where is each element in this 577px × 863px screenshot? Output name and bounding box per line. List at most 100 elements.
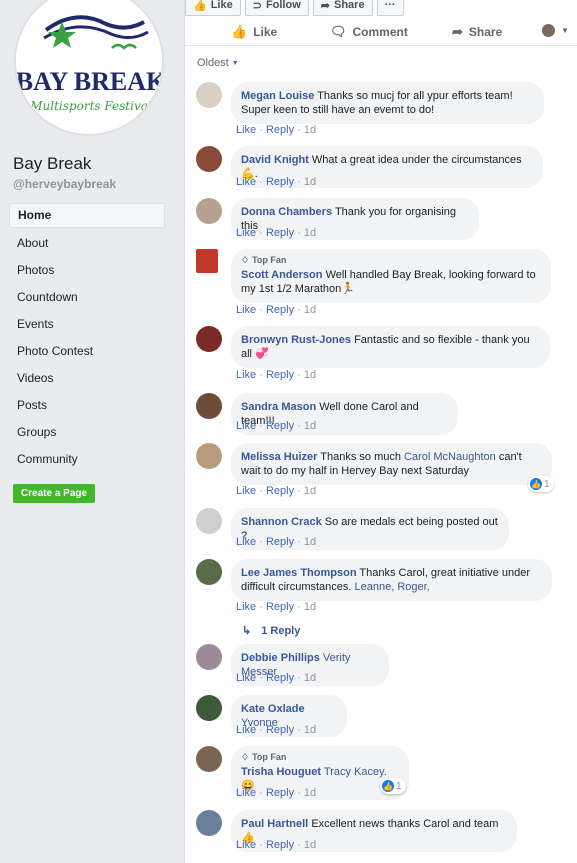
comment-reply-link[interactable]: Reply — [266, 601, 294, 613]
comment-reply-link[interactable]: Reply — [266, 420, 294, 432]
comment-author[interactable]: Debbie Phillips — [241, 652, 320, 664]
rss-icon: ⊃ — [252, 0, 262, 12]
comment-reply-link[interactable]: Reply — [266, 176, 294, 188]
nav-item-videos[interactable]: Videos — [9, 365, 165, 392]
comment-like-link[interactable]: Like — [236, 724, 256, 736]
post-as-selector[interactable]: ▼ — [542, 24, 569, 37]
avatar[interactable] — [196, 326, 222, 352]
separator: · — [297, 304, 301, 316]
comment-like-link[interactable]: Like — [236, 420, 256, 432]
avatar[interactable] — [196, 746, 222, 772]
comment-like-link[interactable]: Like — [236, 536, 256, 548]
comment-author[interactable]: Scott Anderson — [241, 269, 323, 281]
comment-like-link[interactable]: Like — [236, 227, 256, 239]
comment-meta: Like · Reply · 1d — [236, 304, 316, 316]
comment-author[interactable]: Donna Chambers — [241, 206, 332, 218]
page-follow-button[interactable]: ⊃ Follow — [244, 0, 309, 16]
nav-item-about[interactable]: About — [9, 230, 165, 257]
reaction-count[interactable]: 👍 1 — [380, 778, 406, 794]
comment-author[interactable]: Trisha Houguet — [241, 766, 321, 778]
comment-time[interactable]: 1d — [304, 176, 316, 188]
create-page-button[interactable]: Create a Page — [13, 484, 95, 503]
comment-reply-link[interactable]: Reply — [266, 369, 294, 381]
comment-time[interactable]: 1d — [304, 485, 316, 497]
comment-like-link[interactable]: Like — [236, 124, 256, 136]
comment-reply-link[interactable]: Reply — [266, 536, 294, 548]
diamond-icon: ♢ — [241, 255, 250, 265]
page-more-button[interactable]: ··· — [376, 0, 404, 16]
comment-like-link[interactable]: Like — [236, 304, 256, 316]
avatar[interactable] — [196, 508, 222, 534]
nav-item-posts[interactable]: Posts — [9, 392, 165, 419]
page-share-button[interactable]: ➦ Share — [312, 0, 373, 16]
mentioned-user[interactable]: Tracy Kacey. — [324, 766, 387, 778]
avatar[interactable] — [196, 644, 222, 670]
nav-item-photos[interactable]: Photos — [9, 257, 165, 284]
avatar[interactable] — [196, 695, 222, 721]
comment-time[interactable]: 1d — [304, 304, 316, 316]
nav-item-groups[interactable]: Groups — [9, 419, 165, 446]
nav-item-home[interactable]: Home — [9, 203, 165, 228]
avatar[interactable] — [196, 810, 222, 836]
comment-time[interactable]: 1d — [304, 839, 316, 851]
comment-author[interactable]: Shannon Crack — [241, 516, 322, 528]
post-like-action[interactable]: 👍 Like — [231, 24, 277, 40]
separator: · — [297, 124, 301, 136]
comment-reply-link[interactable]: Reply — [266, 724, 294, 736]
comment-time[interactable]: 1d — [304, 787, 316, 799]
comment-reply-link[interactable]: Reply — [266, 304, 294, 316]
comment-reply-link[interactable]: Reply — [266, 839, 294, 851]
comment-author[interactable]: Sandra Mason — [241, 401, 316, 413]
avatar[interactable] — [196, 443, 222, 469]
comment-author[interactable]: Melissa Huizer — [241, 451, 317, 463]
page-title[interactable]: Bay Break — [13, 154, 91, 174]
comment-time[interactable]: 1d — [304, 601, 316, 613]
avatar[interactable] — [196, 559, 222, 585]
page-like-button[interactable]: 👍 Like — [185, 0, 241, 16]
comment-like-link[interactable]: Like — [236, 672, 256, 684]
comment-reply-link[interactable]: Reply — [266, 124, 294, 136]
avatar[interactable] — [196, 249, 218, 273]
comment-author[interactable]: Bronwyn Rust-Jones — [241, 334, 351, 346]
comment-like-link[interactable]: Like — [236, 839, 256, 851]
comment-time[interactable]: 1d — [304, 227, 316, 239]
page-logo[interactable]: BAY BREAK Multisports Festival — [14, 0, 164, 136]
avatar[interactable] — [196, 198, 222, 224]
comment-like-link[interactable]: Like — [236, 176, 256, 188]
comment-reply-link[interactable]: Reply — [266, 227, 294, 239]
comment-reply-link[interactable]: Reply — [266, 485, 294, 497]
comment-author[interactable]: Kate Oxlade — [241, 703, 305, 715]
comment-author[interactable]: Paul Hartnell — [241, 818, 308, 830]
comment-author[interactable]: David Knight — [241, 154, 309, 166]
view-replies-link[interactable]: ↳ 1 Reply — [242, 624, 300, 638]
comment-author[interactable]: Megan Louise — [241, 90, 314, 102]
comment-time[interactable]: 1d — [304, 536, 316, 548]
comment-time[interactable]: 1d — [304, 369, 316, 381]
nav-item-events[interactable]: Events — [9, 311, 165, 338]
comment-time[interactable]: 1d — [304, 672, 316, 684]
avatar[interactable] — [196, 393, 222, 419]
post-comment-label: Comment — [352, 25, 408, 39]
comment-sort-dropdown[interactable]: Oldest ▼ — [197, 57, 239, 69]
comment-like-link[interactable]: Like — [236, 485, 256, 497]
avatar[interactable] — [196, 82, 222, 108]
comment-author[interactable]: Lee James Thompson — [241, 567, 357, 579]
comment-like-link[interactable]: Like — [236, 601, 256, 613]
post-share-action[interactable]: ➦ Share — [452, 24, 502, 40]
comment-time[interactable]: 1d — [304, 124, 316, 136]
mentioned-user[interactable]: Leanne, Roger, — [355, 581, 430, 593]
mentioned-user[interactable]: Carol McNaughton — [404, 451, 496, 463]
comment-time[interactable]: 1d — [304, 420, 316, 432]
reaction-count[interactable]: 👍 1 — [528, 476, 554, 492]
comment-like-link[interactable]: Like — [236, 369, 256, 381]
comment-time[interactable]: 1d — [304, 724, 316, 736]
nav-item-countdown[interactable]: Countdown — [9, 284, 165, 311]
comment-meta: Like · Reply · 1d — [236, 369, 316, 381]
post-comment-action[interactable]: 🗨 Comment — [330, 24, 408, 40]
comment-reply-link[interactable]: Reply — [266, 672, 294, 684]
nav-item-photo-contest[interactable]: Photo Contest — [9, 338, 165, 365]
comment-like-link[interactable]: Like — [236, 787, 256, 799]
nav-item-community[interactable]: Community — [9, 446, 165, 473]
comment-reply-link[interactable]: Reply — [266, 787, 294, 799]
avatar[interactable] — [196, 146, 222, 172]
